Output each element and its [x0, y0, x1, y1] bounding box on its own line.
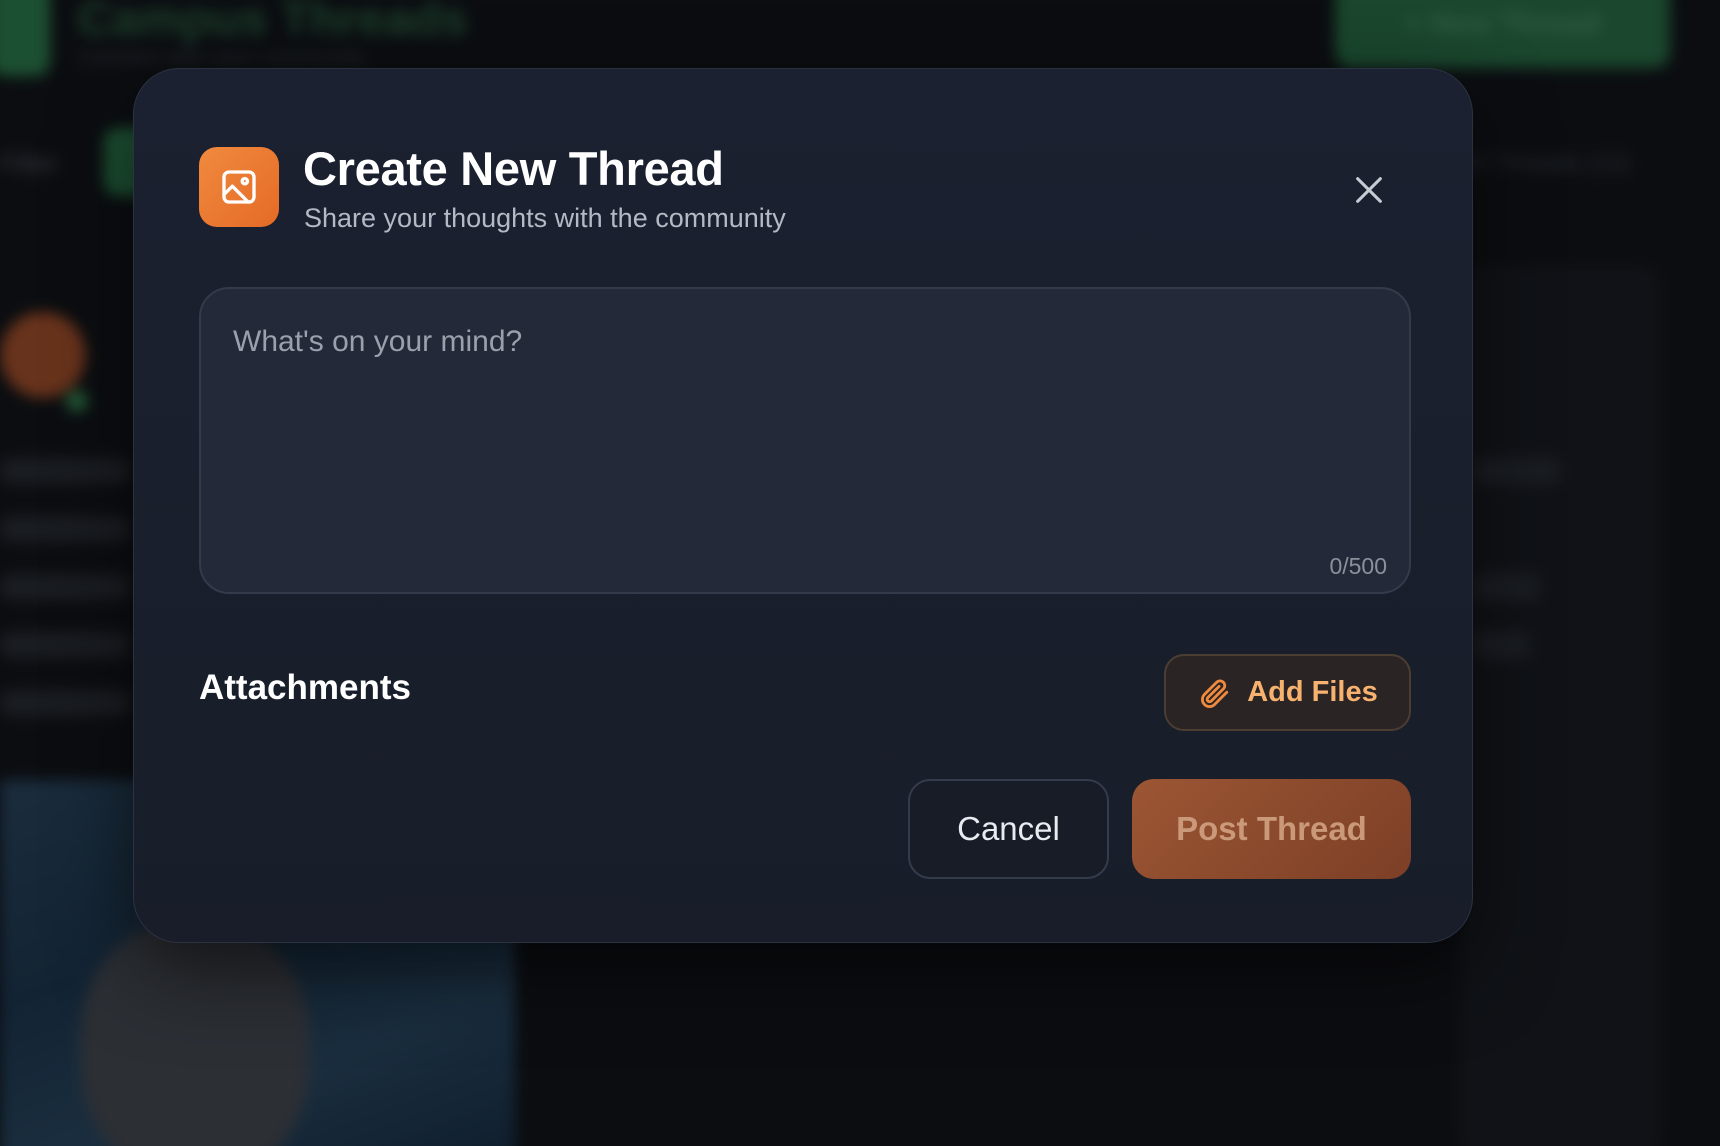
attachments-label: Attachments [199, 668, 411, 707]
close-icon [1356, 177, 1382, 203]
cancel-button[interactable]: Cancel [908, 779, 1109, 879]
modal-subtitle: Share your thoughts with the community [304, 203, 786, 233]
thread-composer: 0/500 [199, 287, 1411, 594]
add-files-label: Add Files [1247, 676, 1378, 708]
character-counter: 0/500 [1329, 553, 1387, 579]
screen: Campus Threads Connect with your communi… [0, 0, 1720, 1146]
paperclip-icon [1201, 678, 1229, 708]
create-thread-modal: Create New Thread Share your thoughts wi… [133, 68, 1473, 943]
image-icon [199, 147, 279, 227]
add-files-button[interactable]: Add Files [1164, 654, 1411, 731]
post-thread-button[interactable]: Post Thread [1132, 779, 1411, 879]
close-button[interactable] [1346, 167, 1392, 213]
modal-title: Create New Thread [303, 142, 724, 195]
thread-content-input[interactable] [233, 325, 1373, 535]
